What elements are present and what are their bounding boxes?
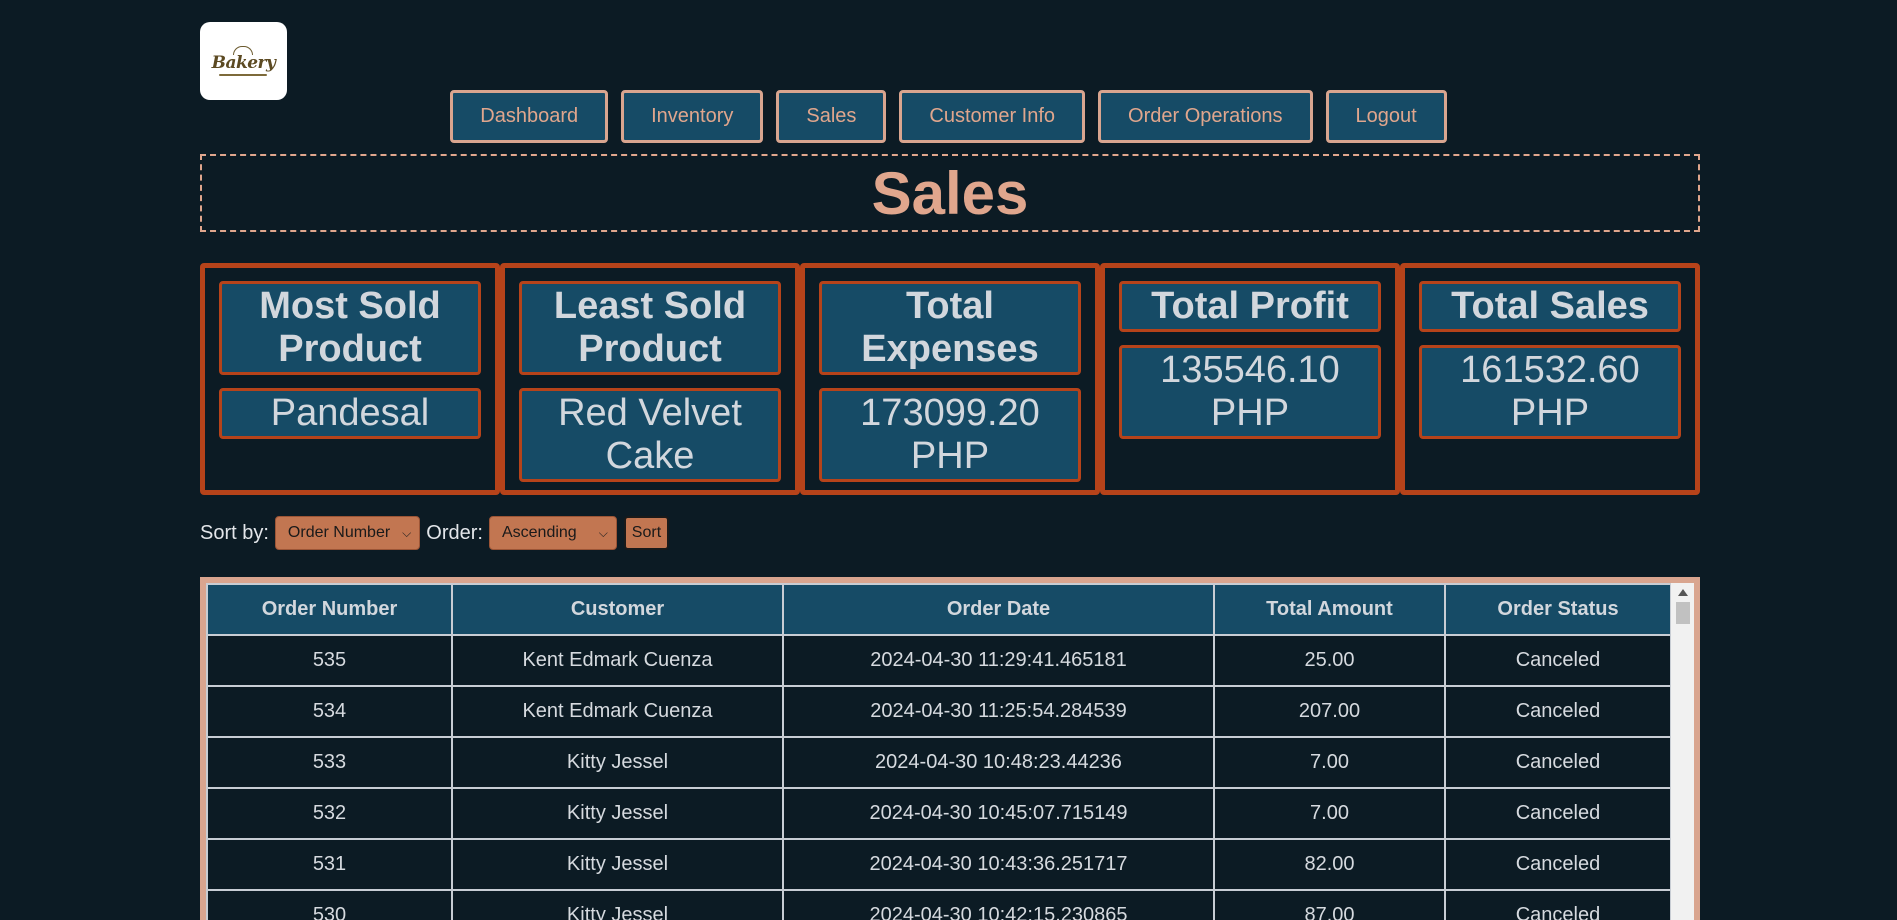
card-label: Most Sold Product	[219, 281, 481, 375]
bakery-logo[interactable]: Bakery	[200, 22, 287, 100]
table-row: 531 Kitty Jessel 2024-04-30 10:43:36.251…	[206, 838, 1672, 891]
cell-order-date: 2024-04-30 10:43:36.251717	[782, 838, 1215, 891]
total-expenses-card: Total Expenses 173099.20 PHP	[800, 263, 1100, 495]
cell-order-status: Canceled	[1444, 685, 1672, 738]
page-title: Sales	[871, 159, 1029, 227]
card-label: Total Expenses	[819, 281, 1081, 375]
card-label: Least Sold Product	[519, 281, 781, 375]
total-sales-card: Total Sales 161532.60 PHP	[1400, 263, 1700, 495]
cell-order-status: Canceled	[1444, 889, 1672, 920]
cell-order-date: 2024-04-30 11:29:41.465181	[782, 634, 1215, 687]
summary-cards: Most Sold Product Pandesal Least Sold Pr…	[200, 263, 1700, 495]
column-header-order-status: Order Status	[1444, 583, 1672, 636]
sort-by-label: Sort by:	[200, 521, 269, 544]
sort-button[interactable]: Sort	[623, 516, 670, 550]
scroll-up-arrow-icon[interactable]	[1677, 589, 1688, 596]
logo-mark: Bakery	[212, 46, 276, 76]
chevron-down-icon: ⌵	[598, 525, 608, 540]
nav-order-operations-button[interactable]: Order Operations	[1098, 90, 1313, 143]
page: Bakery Dashboard Inventory Sales Custome…	[0, 0, 1897, 920]
total-profit-card: Total Profit 135546.10 PHP	[1100, 263, 1400, 495]
cell-customer: Kitty Jessel	[451, 787, 784, 840]
cell-order-number: 532	[206, 787, 453, 840]
nav-inventory-button[interactable]: Inventory	[621, 90, 764, 143]
cell-customer: Kent Edmark Cuenza	[451, 634, 784, 687]
cell-total-amount: 7.00	[1213, 736, 1446, 789]
column-header-customer: Customer	[451, 583, 784, 636]
card-value: 161532.60 PHP	[1419, 345, 1681, 439]
cell-customer: Kitty Jessel	[451, 889, 784, 920]
sort-by-selected-value: Order Number	[287, 524, 391, 541]
cell-order-date: 2024-04-30 10:42:15.230865	[782, 889, 1215, 920]
logo-text: Bakery	[211, 53, 276, 73]
cell-customer: Kitty Jessel	[451, 736, 784, 789]
card-label: Total Sales	[1419, 281, 1681, 332]
cell-customer: Kitty Jessel	[451, 838, 784, 891]
chevron-down-icon: ⌵	[402, 525, 412, 540]
nav-sales-button[interactable]: Sales	[776, 90, 887, 143]
cell-order-number: 533	[206, 736, 453, 789]
cell-order-status: Canceled	[1444, 838, 1672, 891]
cell-order-date: 2024-04-30 11:25:54.284539	[782, 685, 1215, 738]
table-row: 535 Kent Edmark Cuenza 2024-04-30 11:29:…	[206, 634, 1672, 687]
column-header-total-amount: Total Amount	[1213, 583, 1446, 636]
cell-total-amount: 87.00	[1213, 889, 1446, 920]
cell-order-status: Canceled	[1444, 634, 1672, 687]
scrollbar-thumb[interactable]	[1675, 602, 1690, 624]
cell-order-number: 534	[206, 685, 453, 738]
table-scrollbar[interactable]	[1671, 583, 1694, 920]
nav-dashboard-button[interactable]: Dashboard	[450, 90, 609, 143]
cell-order-date: 2024-04-30 10:48:23.44236	[782, 736, 1215, 789]
card-value: Pandesal	[219, 388, 481, 439]
cell-order-number: 530	[206, 889, 453, 920]
cell-order-status: Canceled	[1444, 736, 1672, 789]
nav-logout-button[interactable]: Logout	[1325, 90, 1447, 143]
nav-customer-info-button[interactable]: Customer Info	[899, 90, 1086, 143]
page-title-box: Sales	[200, 154, 1700, 232]
table-header-row: Order Number Customer Order Date Total A…	[206, 583, 1672, 636]
table-row: 533 Kitty Jessel 2024-04-30 10:48:23.442…	[206, 736, 1672, 789]
table-row: 532 Kitty Jessel 2024-04-30 10:45:07.715…	[206, 787, 1672, 840]
cell-order-date: 2024-04-30 10:45:07.715149	[782, 787, 1215, 840]
column-header-order-date: Order Date	[782, 583, 1215, 636]
column-header-order-number: Order Number	[206, 583, 453, 636]
least-sold-card: Least Sold Product Red Velvet Cake	[500, 263, 800, 495]
card-value: 135546.10 PHP	[1119, 345, 1381, 439]
table-row: 534 Kent Edmark Cuenza 2024-04-30 11:25:…	[206, 685, 1672, 738]
logo-swoosh	[219, 74, 268, 76]
cell-order-status: Canceled	[1444, 787, 1672, 840]
card-value: Red Velvet Cake	[519, 388, 781, 482]
cell-order-number: 531	[206, 838, 453, 891]
table-row: 530 Kitty Jessel 2024-04-30 10:42:15.230…	[206, 889, 1672, 920]
sales-table-container[interactable]: Order Number Customer Order Date Total A…	[200, 577, 1700, 920]
card-value: 173099.20 PHP	[819, 388, 1081, 482]
order-label: Order:	[426, 521, 483, 544]
cell-total-amount: 82.00	[1213, 838, 1446, 891]
cell-total-amount: 25.00	[1213, 634, 1446, 687]
sort-controls: Sort by: Order Number ⌵ Order: Ascending…	[200, 516, 670, 550]
cell-order-number: 535	[206, 634, 453, 687]
sales-table: Order Number Customer Order Date Total A…	[206, 583, 1672, 920]
cell-total-amount: 7.00	[1213, 787, 1446, 840]
cell-total-amount: 207.00	[1213, 685, 1446, 738]
sort-by-select[interactable]: Order Number ⌵	[274, 516, 421, 550]
card-label: Total Profit	[1119, 281, 1381, 332]
most-sold-card: Most Sold Product Pandesal	[200, 263, 500, 495]
order-selected-value: Ascending	[501, 524, 577, 541]
order-select[interactable]: Ascending ⌵	[488, 516, 617, 550]
cell-customer: Kent Edmark Cuenza	[451, 685, 784, 738]
main-nav: Dashboard Inventory Sales Customer Info …	[0, 90, 1897, 143]
